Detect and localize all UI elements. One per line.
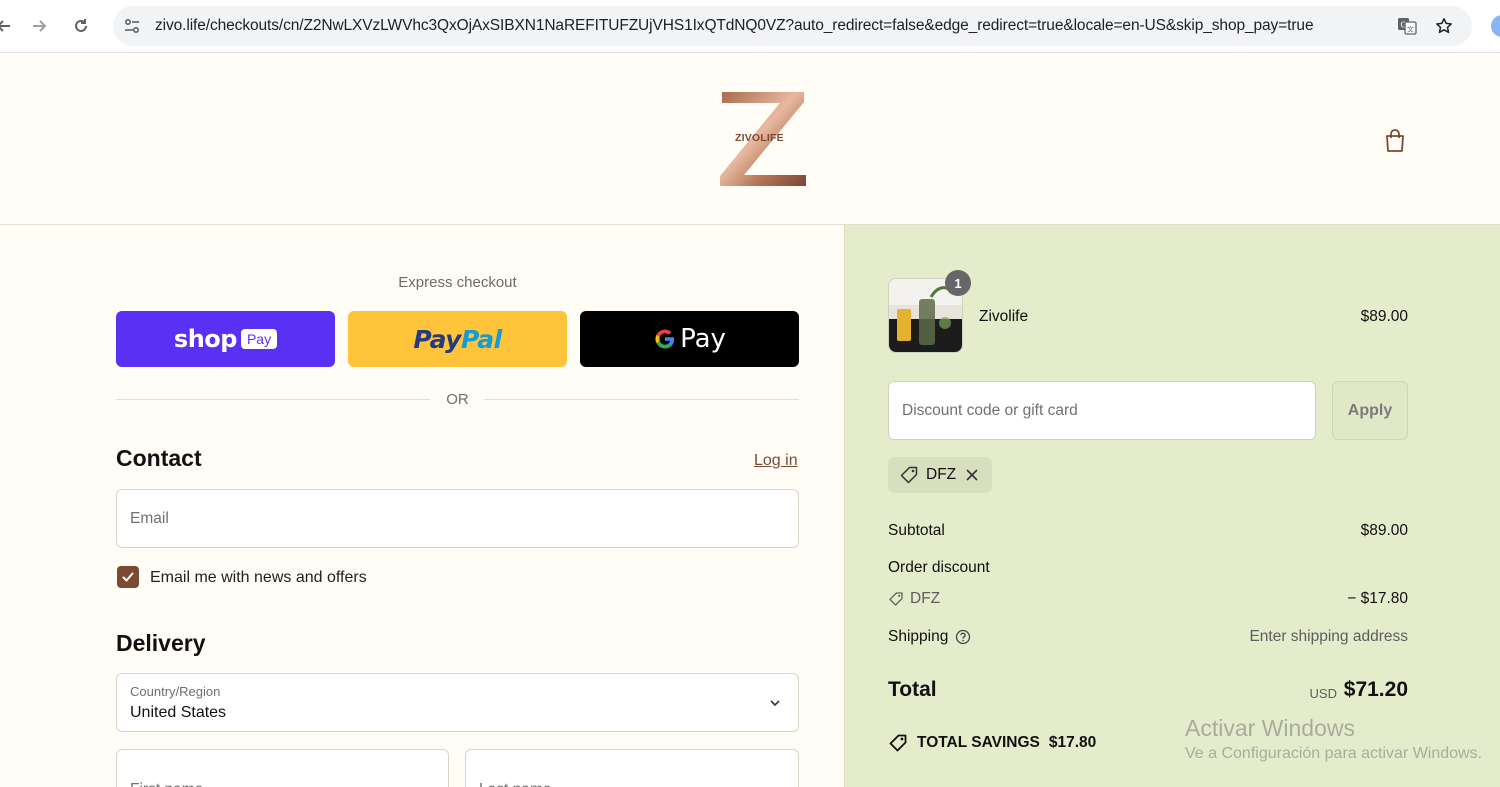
site-header: ZIVOLIFE (0, 53, 1500, 225)
express-checkout-label: Express checkout (398, 274, 517, 291)
quantity-badge: 1 (945, 270, 971, 296)
total-savings-label: TOTAL SAVINGS (917, 734, 1040, 751)
shop-pay-chip: Pay (240, 329, 278, 349)
tag-icon (900, 466, 918, 484)
or-text: OR (446, 391, 469, 408)
applied-discount-chip: DFZ (888, 457, 992, 493)
last-name-field[interactable] (465, 749, 799, 787)
bookmark-star-icon[interactable] (1433, 15, 1455, 37)
product-price: $89.00 (1360, 308, 1408, 325)
apply-discount-button[interactable]: Apply (1332, 381, 1408, 440)
order-discount-code: DFZ (910, 590, 941, 607)
product-name: Zivolife (979, 308, 1029, 325)
or-divider: OR (116, 390, 799, 410)
discount-field[interactable] (888, 381, 1316, 440)
paypal-button[interactable]: Pay Pal (348, 311, 567, 367)
first-name-field[interactable] (116, 749, 449, 787)
paypal-wordmark-pal: Pal (460, 324, 502, 354)
close-icon[interactable] (965, 468, 979, 482)
order-discount-value: − $17.80 (1347, 590, 1408, 607)
delivery-heading: Delivery (116, 630, 206, 656)
google-pay-wordmark: Pay (680, 324, 726, 354)
shop-pay-wordmark: shop (173, 325, 238, 353)
total-savings-row: TOTAL SAVINGS $17.80 (888, 733, 1096, 753)
site-settings-icon[interactable] (121, 15, 143, 37)
google-pay-button[interactable]: Pay (580, 311, 799, 367)
country-select[interactable]: Country/Region United States (116, 673, 799, 732)
forward-icon[interactable] (27, 14, 51, 38)
help-circle-icon[interactable] (955, 629, 971, 645)
browser-toolbar: zivo.life/checkouts/cn/Z2NwLXVzLWVhc3QxO… (0, 0, 1500, 53)
checkmark-icon (122, 572, 134, 582)
discount-input[interactable] (889, 382, 1315, 439)
total-value: $71.20 (1343, 678, 1408, 701)
order-discount-code-row: DFZ (888, 590, 940, 608)
profile-avatar[interactable] (1491, 15, 1500, 37)
shopping-bag-icon[interactable] (1382, 128, 1408, 154)
applied-discount-code: DFZ (926, 466, 957, 483)
login-link[interactable]: Log in (754, 452, 798, 470)
email-input[interactable] (117, 490, 798, 547)
tag-icon (889, 734, 907, 752)
shipping-label: Shipping (888, 628, 949, 645)
logo-wordmark: ZIVOLIFE (735, 132, 784, 144)
contact-heading: Contact (116, 445, 202, 471)
tag-icon (889, 592, 903, 606)
url-text[interactable]: zivo.life/checkouts/cn/Z2NwLXVzLWVhc3QxO… (155, 17, 1314, 35)
windows-activation-watermark-subtitle: Ve a Configuración para activar Windows. (1185, 745, 1483, 762)
subtotal-label: Subtotal (888, 522, 945, 539)
total-label: Total (888, 678, 937, 701)
order-discount-label: Order discount (888, 559, 990, 576)
subtotal-value: $89.00 (1360, 522, 1408, 539)
shipping-row: Shipping (888, 628, 971, 646)
newsletter-checkbox[interactable] (117, 566, 139, 588)
translate-icon[interactable]: G文 (1396, 15, 1418, 37)
windows-activation-watermark-title: Activar Windows (1185, 715, 1355, 741)
country-label: Country/Region (130, 684, 221, 699)
newsletter-label: Email me with news and offers (150, 569, 367, 586)
back-icon[interactable] (0, 14, 16, 38)
total-savings-value: $17.80 (1048, 734, 1097, 751)
chevron-down-icon (770, 700, 780, 707)
last-name-input[interactable] (466, 750, 798, 787)
email-field[interactable] (116, 489, 799, 548)
country-value: United States (130, 704, 227, 721)
paypal-wordmark-pay: Pay (413, 324, 461, 354)
shop-pay-button[interactable]: shop Pay (116, 311, 335, 367)
reload-icon[interactable] (69, 14, 93, 38)
shipping-value: Enter shipping address (1249, 628, 1408, 645)
address-bar[interactable]: zivo.life/checkouts/cn/Z2NwLXVzLWVhc3QxO… (113, 6, 1472, 46)
first-name-input[interactable] (117, 750, 448, 787)
svg-text:文: 文 (1407, 25, 1414, 34)
google-g-icon (655, 329, 675, 349)
